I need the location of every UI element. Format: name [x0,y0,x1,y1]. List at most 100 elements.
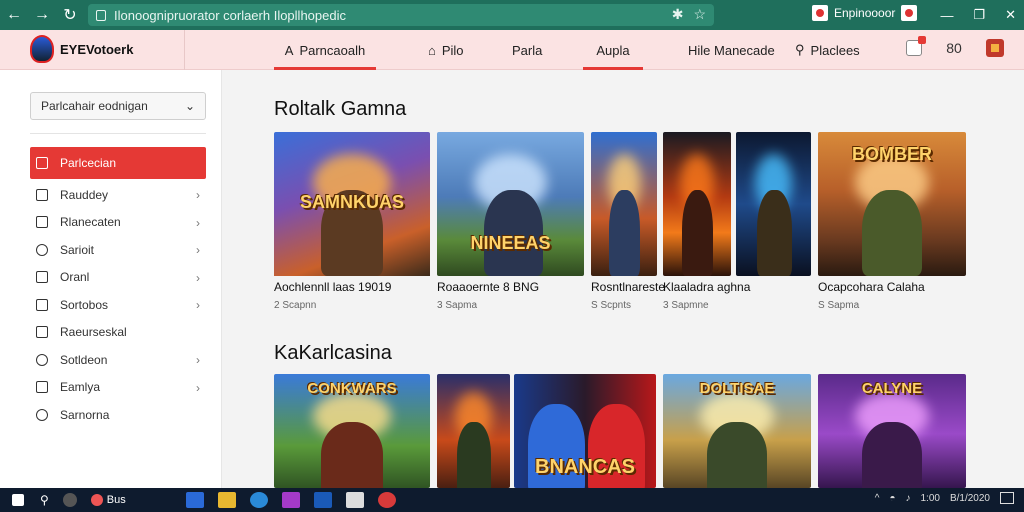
back-icon[interactable]: ← [0,0,28,30]
media-icon[interactable] [281,492,300,508]
gift-icon[interactable] [986,39,1004,57]
game-card[interactable]: CALYNE [818,374,966,488]
select-value: Parlcahair eodnigan [41,99,148,113]
maximize-icon[interactable]: ❐ [973,7,985,23]
tab-hile-manecade[interactable]: Hile Manecade [688,30,775,70]
logo-text: EYEVotoerk [60,41,134,57]
chevron-right-icon: › [196,380,200,395]
section-title: Roltalk Gamna [274,98,407,120]
tab-pilo[interactable]: ⌂ Pilo [428,30,464,70]
pinned-app-icon[interactable] [377,492,396,508]
forward-icon[interactable]: → [28,0,56,30]
sidebar-item-sarioit[interactable]: Sarioit › [30,236,206,264]
game-card-art-title: NINEEAS [470,232,551,253]
sidebar-item-label: Sarnorna [60,407,110,422]
lock-icon [96,9,106,21]
sidebar-item-rauddey[interactable]: Rauddey › [30,181,206,209]
game-card-art: DOLTISAE [663,374,811,488]
chevron-right-icon: › [196,298,200,312]
extension-icon[interactable]: ✱ [672,6,684,23]
sidebar-item-label: Eamlya [60,380,101,395]
tab-label: Placlees [810,42,860,58]
sidebar-item-raeurseskal[interactable]: Raeurseskal [30,319,206,347]
sidebar-item-eamlya[interactable]: Eamlya › [30,374,206,402]
sidebar-item-label: Oranl [60,270,90,285]
close-icon[interactable]: ✕ [1005,7,1016,23]
store-icon[interactable] [185,492,204,508]
sidebar-item-rlanecaten[interactable]: Rlanecaten › [30,209,206,237]
tray-date[interactable]: B/1/2020 [950,493,990,504]
sidebar-item-sortobos[interactable]: Sortobos › [30,291,206,319]
address-bar[interactable]: Ilonoognipruorator corlaerh Ilopllhopedi… [88,4,714,26]
network-icon[interactable]: ◓ [889,493,895,504]
sidebar-item-sotldeon[interactable]: Sotldeon › [30,346,206,374]
sidebar-item-label: Rauddey [60,187,109,202]
game-card[interactable] [736,132,811,276]
game-card-title: Roaaoernte 8 BNG [437,280,540,294]
game-card[interactable]: BOMBER [818,132,966,276]
file-explorer-icon[interactable] [217,492,236,508]
tab-label: Hile Manecade [688,42,775,58]
task-view-icon[interactable] [62,493,77,507]
inbox-icon[interactable] [906,36,926,56]
notifications-icon[interactable] [1000,492,1014,504]
chevron-right-icon: › [196,188,200,202]
volume-icon[interactable]: ♪ [905,493,910,504]
start-windows-icon[interactable] [12,494,24,506]
notification-icon[interactable] [901,5,918,21]
game-card[interactable]: CONKWARS [274,374,430,488]
system-tray: ^ ◓ ♪ 1:00 B/1/2020 [875,492,1014,504]
tab-label: Parla [512,42,543,58]
calendar-icon [36,216,48,229]
sidebar-item-sarnorna[interactable]: Sarnorna [30,401,206,429]
game-card[interactable]: BNANCAS [514,374,656,488]
game-card-art-title: CONKWARS [307,380,397,397]
tab-aupla[interactable]: Aupla [583,30,643,70]
game-card[interactable] [663,132,731,276]
edge-icon[interactable] [249,492,268,508]
game-card-art: NINEEAS [437,132,584,276]
bookmark-star-icon[interactable]: ☆ [693,6,706,23]
game-card[interactable] [437,374,510,488]
profile-chip[interactable]: Enpinoooor [812,5,918,21]
game-card-subtitle: 3 Sapmne [663,300,709,311]
taskbar-app-label: Bus [106,494,126,506]
game-card-art-title: SAMNKUAS [299,192,404,213]
sidebar-item-label: Sarioit [60,242,95,257]
sidebar-item-parlcecian[interactable]: Parlcecian [30,147,206,179]
header-badge[interactable]: 80 [944,38,964,58]
sidebar-item-oranl[interactable]: Oranl › [30,264,206,292]
document-icon [36,381,48,394]
section-title: KaKarlcasina [274,342,392,364]
reload-icon[interactable]: ↻ [56,0,84,30]
game-card-art: BOMBER [818,132,966,276]
search-icon[interactable]: ⚲ [40,493,49,507]
game-card[interactable] [591,132,657,276]
site-logo[interactable]: EYEVotoerk [30,35,133,63]
sidebar-item-label: Rlanecaten [60,215,121,230]
clock-icon [36,243,48,256]
grid-icon [36,157,48,169]
tab-parla[interactable]: Parla [512,30,542,70]
game-card-title: Klaaladra aghna [663,280,751,294]
tab-placlees[interactable]: ⚲ Placlees [795,30,860,70]
word-icon[interactable] [313,492,332,508]
game-card[interactable]: NINEEAS [437,132,584,276]
bell-icon: ⌂ [428,42,436,58]
taskbar-app-browser[interactable]: Bus [90,494,126,506]
chevron-right-icon: › [196,353,200,367]
tab-parncaoalh[interactable]: A Parncaoalh [274,30,376,70]
chevron-up-icon[interactable]: ^ [875,493,880,504]
game-card[interactable]: DOLTISAE [663,374,811,488]
photos-icon[interactable] [345,492,364,508]
game-card-art-title: BOMBER [852,143,932,164]
game-card-art [736,132,811,276]
minimize-icon[interactable]: — [940,8,953,23]
site-header: EYEVotoerk A Parncaoalh ⌂ Pilo Parla Aup… [0,30,1024,70]
tray-time[interactable]: 1:00 [920,493,939,504]
game-card-art: SAMNKUAS [274,132,430,276]
user-icon: ⚲ [795,42,805,57]
game-card-art [591,132,657,276]
chevron-down-icon: ⌄ [184,99,195,113]
category-select[interactable]: Parlcahair eodnigan ⌄ [30,92,206,120]
